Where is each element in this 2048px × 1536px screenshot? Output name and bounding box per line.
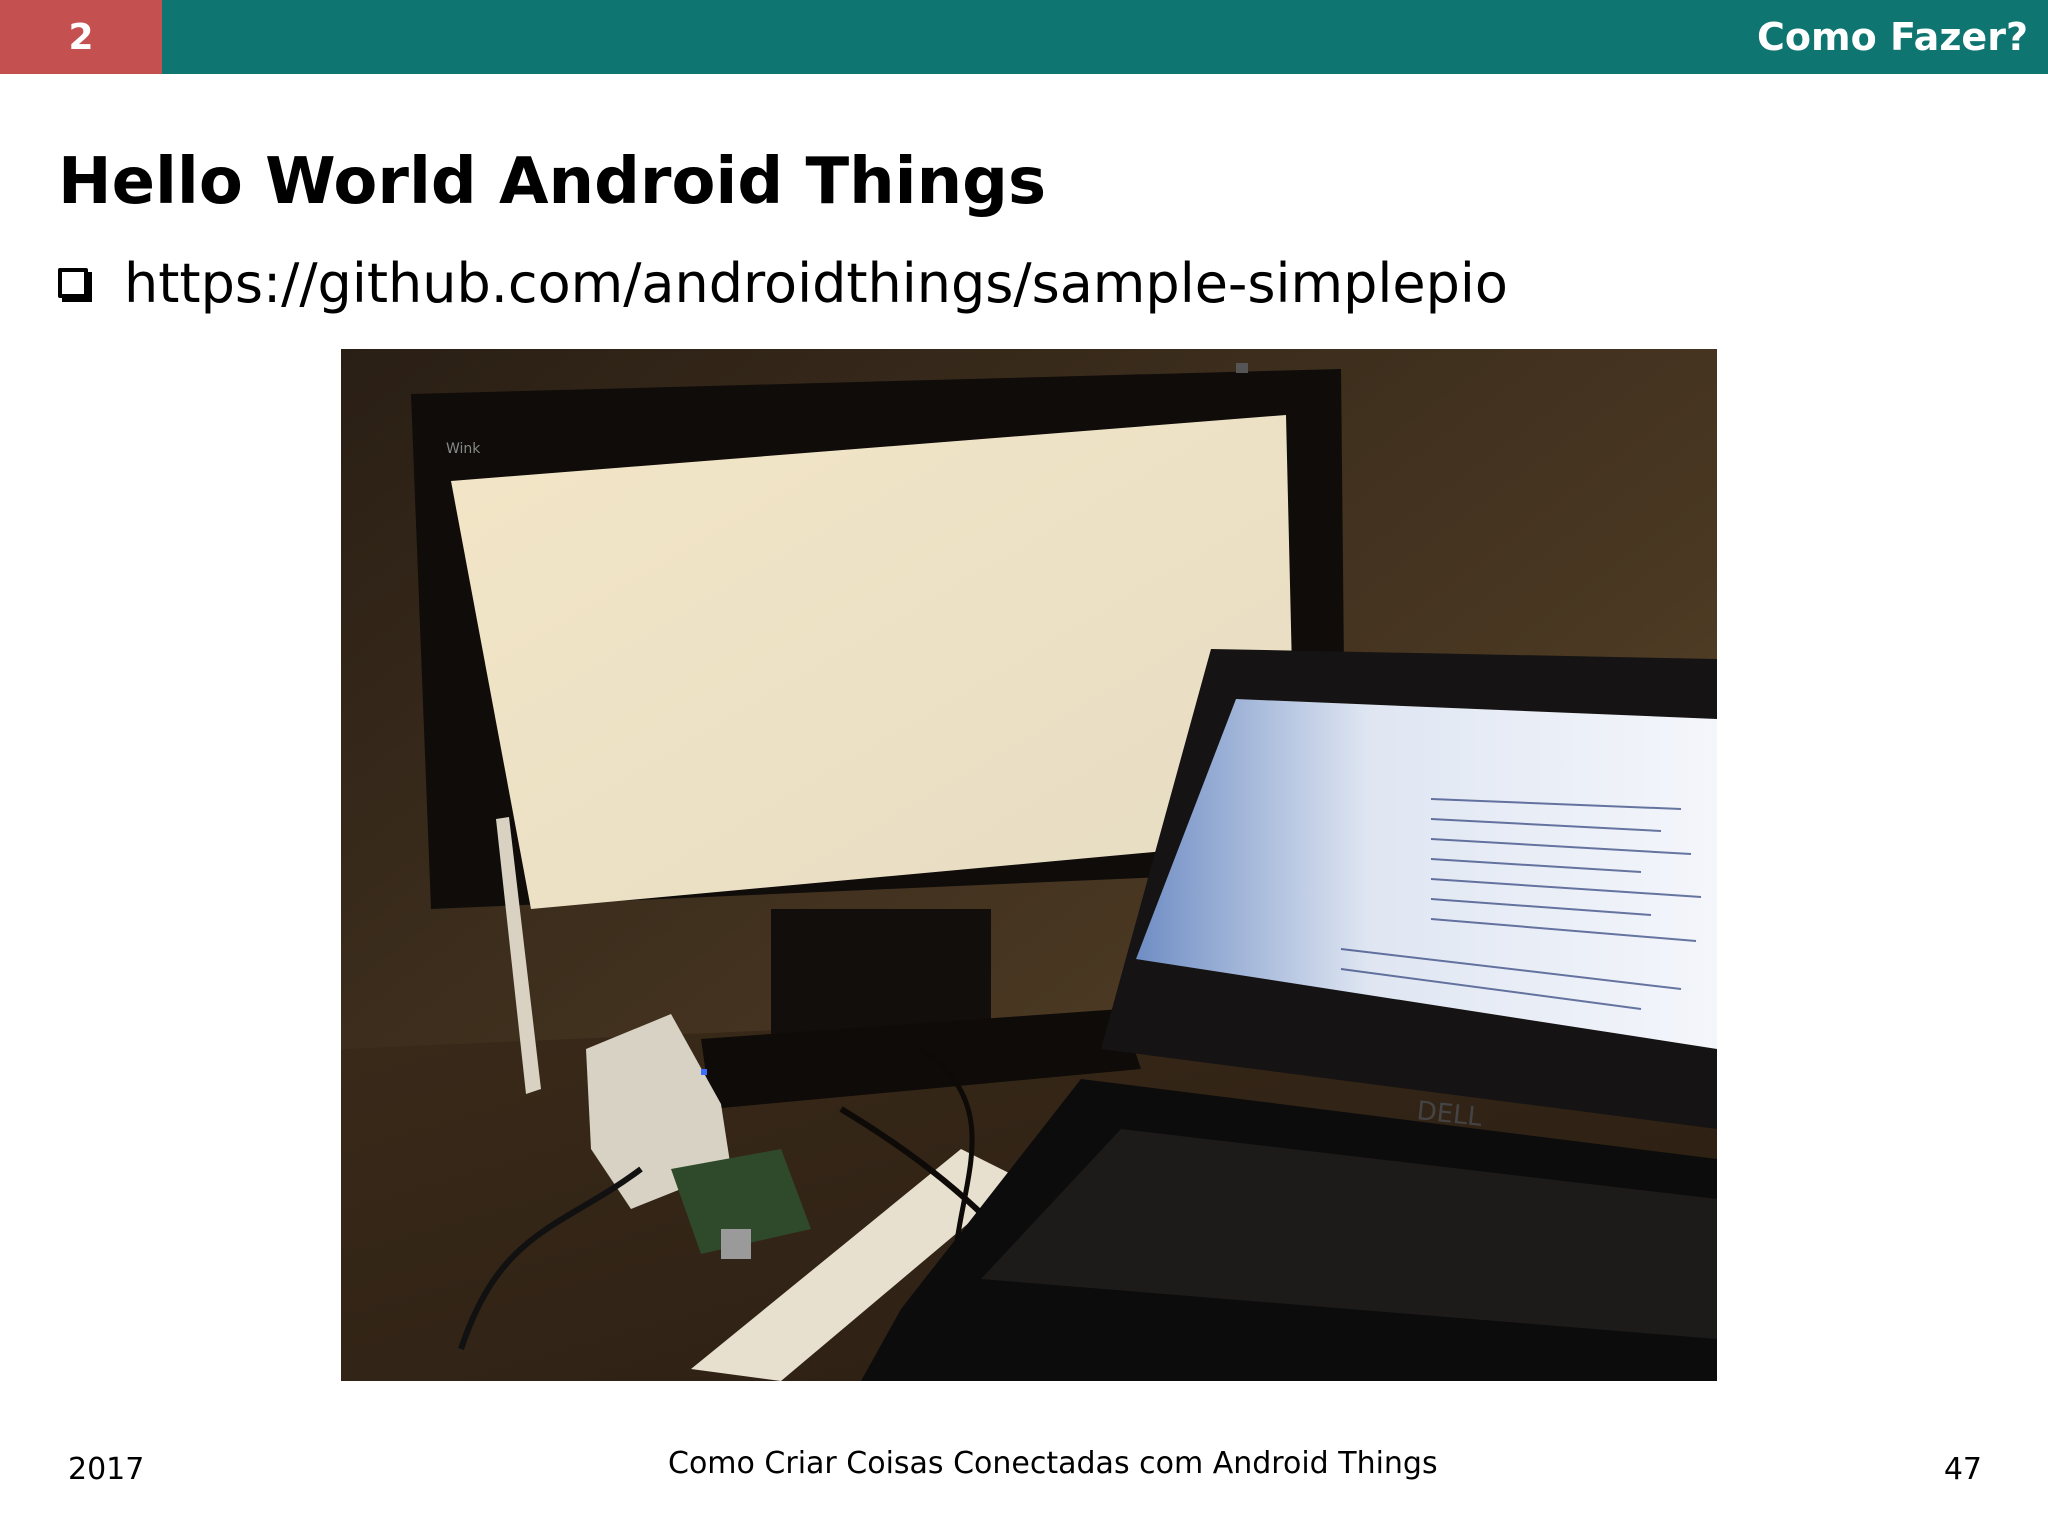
slide-title: Hello World Android Things [58, 145, 1047, 219]
router-led [701, 1069, 707, 1075]
checkbox-icon [58, 268, 92, 302]
section-title: Como Fazer? [1757, 15, 2028, 59]
bullet-item: https://github.com/androidthings/sample-… [58, 250, 1508, 316]
monitor-screen-text: Wink [446, 441, 481, 457]
github-link[interactable]: https://github.com/androidthings/sample-… [124, 252, 1508, 315]
section-number-badge: 2 [0, 0, 162, 74]
footer-title: Como Criar Coisas Conectadas com Android… [668, 1446, 1438, 1481]
raspberry-pi-port [721, 1229, 751, 1259]
footer-year: 2017 [68, 1452, 145, 1487]
page-number: 47 [1943, 1452, 1982, 1487]
monitor-led [1236, 363, 1248, 373]
setup-photo: Wink DELL [341, 349, 1717, 1381]
setup-photo-illustration: Wink DELL [341, 349, 1717, 1381]
header-bar [0, 0, 2048, 74]
